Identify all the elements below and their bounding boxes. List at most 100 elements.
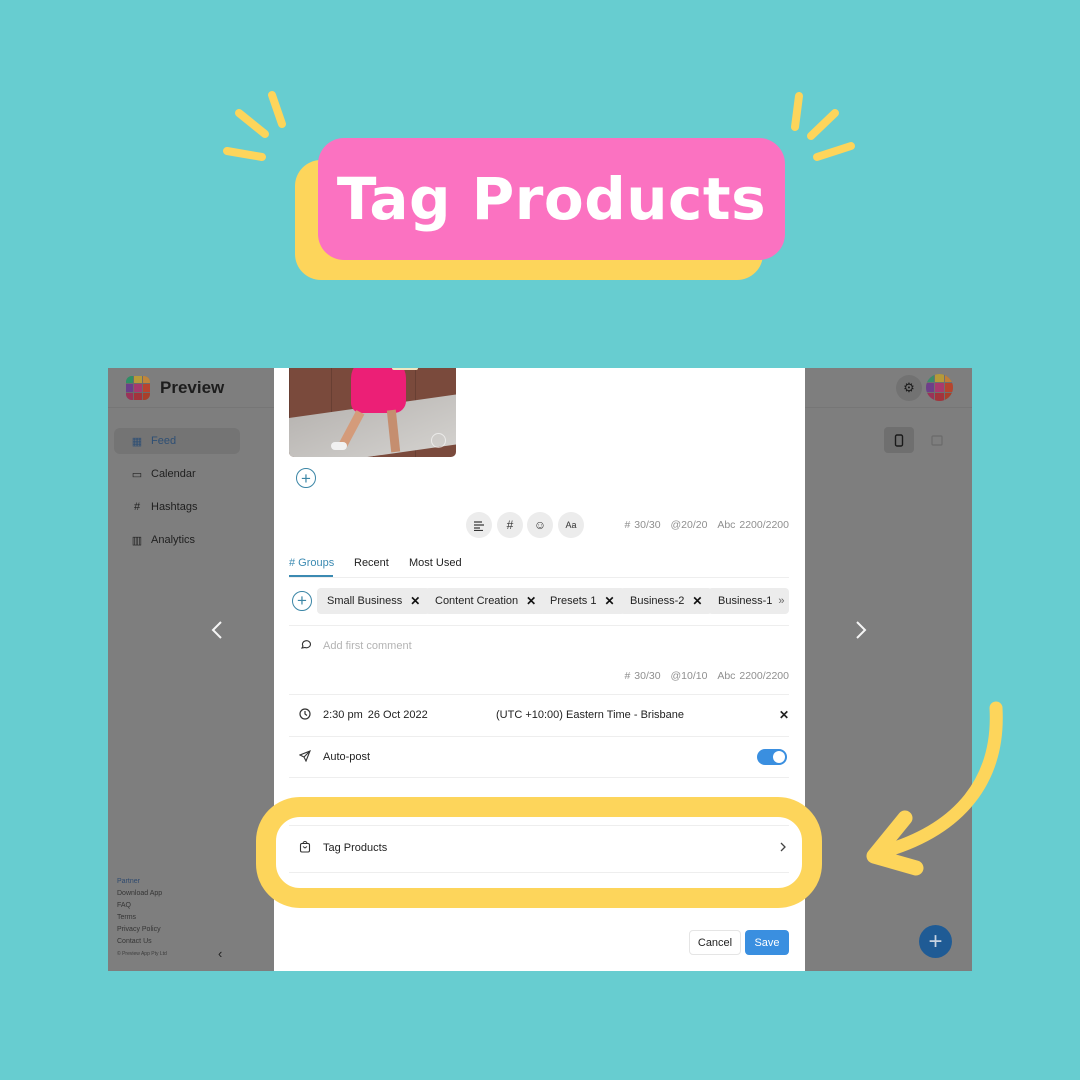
chart-icon: ▥ [131,534,143,547]
group-chip-label: Small Business [327,595,403,607]
auto-post-label: Auto-post [323,751,371,763]
hashtag-count: # 30/30 [624,670,661,682]
plus-icon: + [301,468,311,488]
chevron-left-icon [211,621,222,639]
footer-link-faq[interactable]: FAQ [117,900,162,912]
close-icon[interactable]: ✕ [692,594,702,608]
font-icon: Aa [565,520,577,530]
save-button[interactable]: Save [745,930,789,955]
tab-recent[interactable]: Recent [354,557,389,569]
mention-count: @20/20 [670,519,708,531]
phone-icon [894,433,904,447]
emoji-button[interactable]: ☺ [527,512,553,538]
active-tab-indicator [289,575,333,577]
comment-counters: # 30/30 @10/10 Abc 2200/2200 [619,670,789,682]
plus-icon: + [297,591,307,610]
clear-schedule-icon[interactable]: ✕ [779,708,789,722]
font-button[interactable]: Aa [558,512,584,538]
group-chip[interactable]: Business-2 ✕ [620,588,713,614]
clock-icon [297,707,313,723]
calendar-icon [931,435,943,446]
create-post-button[interactable]: + [919,925,952,958]
calendar-icon: ▭ [131,468,143,481]
settings-button[interactable]: ⚙ [896,375,922,401]
group-chip[interactable]: Presets 1 ✕ [540,588,625,614]
divider [289,694,789,695]
toggle-knob [773,751,785,763]
hashtag-button[interactable]: # [497,512,523,538]
collapse-sidebar-button[interactable]: ‹ [218,946,222,961]
footer-link-terms[interactable]: Terms [117,912,162,924]
avatar[interactable] [926,374,953,401]
add-group-button[interactable]: + [292,591,312,611]
schedule-row[interactable]: 2:30 pm 26 Oct 2022 (UTC +10:00) Eastern… [289,707,789,723]
grid-icon: ▦ [131,435,143,448]
tab-most-used[interactable]: Most Used [409,557,462,569]
calendar-view-button[interactable] [922,427,952,453]
hashtag-count: # 30/30 [624,519,661,531]
chevron-right-icon [856,621,867,639]
first-comment-placeholder: Add first comment [323,640,412,652]
cancel-button[interactable]: Cancel [689,930,741,955]
add-media-button[interactable]: + [296,468,316,488]
previous-post-button[interactable] [210,620,224,646]
close-icon[interactable]: ✕ [526,594,536,608]
sidebar-item-label: Calendar [151,468,196,480]
hashtag-groups: + Small Business ✕ Content Creation ✕ Pr… [289,587,789,615]
divider [289,777,789,778]
first-comment-field[interactable]: Add first comment [289,639,789,653]
sidebar-item-feed[interactable]: ▦ Feed [114,428,240,454]
chevron-left-icon: ‹ [218,946,223,961]
group-chip[interactable]: Small Business ✕ [317,588,431,614]
auto-post-row: Auto-post [289,749,789,765]
chevron-right-icon [779,840,787,856]
scroll-right-icon[interactable]: » [778,595,784,607]
hashtag-icon: # [133,501,141,513]
hashtag-tabs: # Groups Recent Most Used [289,556,789,578]
group-chip[interactable]: Business-1 » [708,588,789,614]
group-chip[interactable]: Content Creation ✕ [425,588,547,614]
char-count: Abc 2200/2200 [717,670,789,682]
post-editor-modal: + # ☺ Aa # 30/30 @20/20 Abc 2200/2200 # … [274,368,805,971]
close-icon[interactable]: ✕ [410,594,420,608]
sidebar-item-analytics[interactable]: ▥ Analytics [114,527,240,553]
tag-products-row[interactable]: Tag Products [289,840,789,856]
banner-title: Tag Products [336,165,767,233]
auto-post-toggle[interactable] [757,749,787,765]
schedule-time: 2:30 pm [323,709,363,721]
footer-link-download-app[interactable]: Download App [117,888,162,900]
footer-links: Partner Download App FAQ Terms Privacy P… [117,876,162,948]
sidebar-item-hashtags[interactable]: # Hashtags [114,494,240,520]
title-banner: Tag Products [0,0,1080,320]
send-icon [297,749,313,765]
sidebar-item-label: Feed [151,435,177,447]
logo-icon [126,376,150,400]
close-icon[interactable]: ✕ [604,594,614,608]
footer-link-contact-us[interactable]: Contact Us [117,936,162,948]
group-chip-label: Business-2 [630,595,685,607]
divider [289,872,789,873]
schedule-date: 26 Oct 2022 [367,709,428,721]
clock-icon [431,433,446,448]
align-left-icon [474,520,484,531]
group-chip-label: Presets 1 [550,595,597,607]
sidebar-item-calendar[interactable]: ▭ Calendar [114,461,240,487]
phone-view-button[interactable] [884,427,914,453]
footer-link-privacy-policy[interactable]: Privacy Policy [117,924,162,936]
post-image[interactable] [289,368,456,457]
app-name: Preview [160,378,225,397]
copyright: © Preview App Pty Ltd [117,951,167,957]
gear-icon: ⚙ [903,380,915,395]
timezone-select[interactable]: (UTC +10:00) Eastern Time - Brisbane [496,709,684,721]
caption-counters: # 30/30 @20/20 Abc 2200/2200 [619,519,789,531]
align-button[interactable] [466,512,492,538]
tab-groups[interactable]: # Groups [289,557,334,569]
divider [289,625,789,626]
group-chip-label: Content Creation [435,595,519,607]
footer-link-partner[interactable]: Partner [117,876,162,888]
emoji-icon: ☺ [533,518,547,532]
next-post-button[interactable] [854,620,868,646]
tag-products-label: Tag Products [323,842,388,854]
hashtag-icon: # [506,518,514,532]
curved-arrow-icon [866,701,1003,876]
